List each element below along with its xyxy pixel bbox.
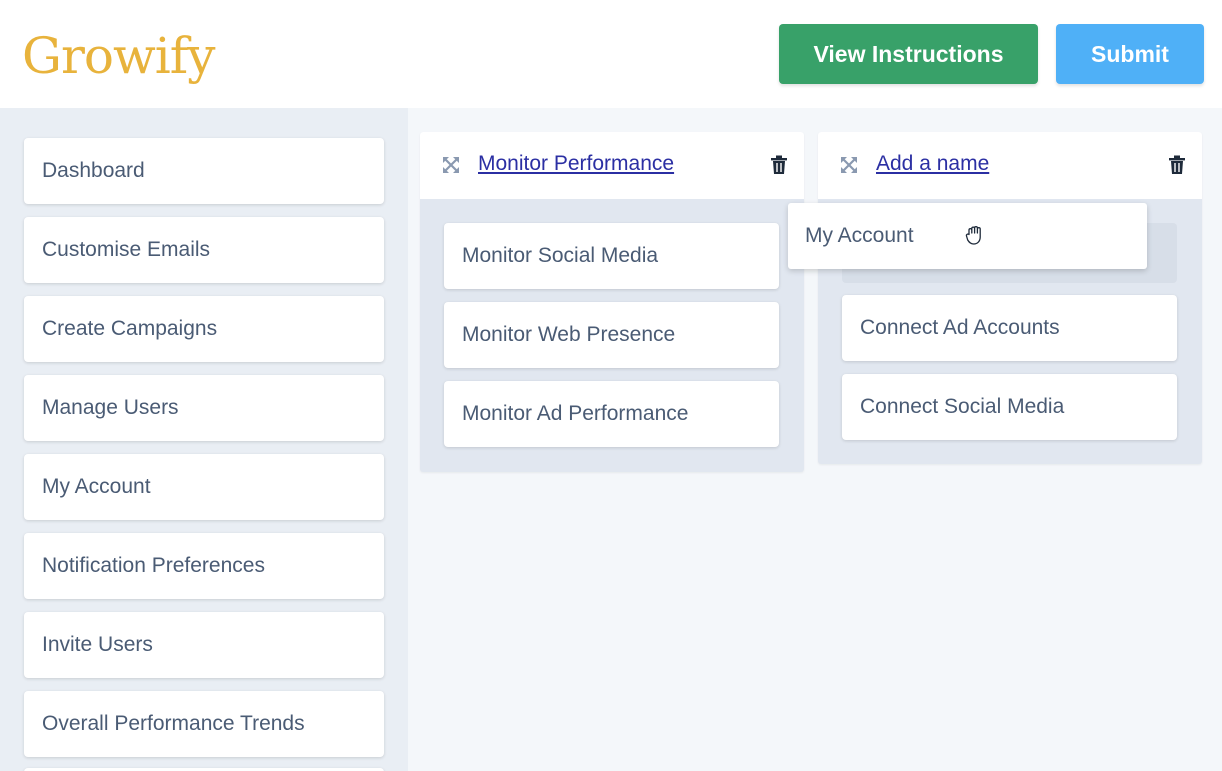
card-monitor-web-presence[interactable]: Monitor Web Presence — [444, 302, 779, 368]
group-add-a-name: Add a name Connect Ad Accounts Connect S… — [818, 132, 1202, 464]
group-monitor-performance: Monitor Performance Monitor Social Media… — [420, 132, 804, 472]
trash-icon[interactable] — [1168, 155, 1186, 175]
grab-hand-icon — [965, 226, 981, 245]
card-monitor-social-media[interactable]: Monitor Social Media — [444, 223, 779, 289]
card-connect-ad-accounts[interactable]: Connect Ad Accounts — [842, 295, 1177, 361]
card-connect-social-media[interactable]: Connect Social Media — [842, 374, 1177, 440]
sidebar-item-invite-users[interactable]: Invite Users — [24, 612, 384, 678]
group-title[interactable]: Monitor Performance — [478, 152, 674, 176]
trash-icon[interactable] — [770, 155, 788, 175]
sidebar-item-dashboard[interactable]: Dashboard — [24, 138, 384, 204]
sidebar-item-manage-users[interactable]: Manage Users — [24, 375, 384, 441]
logo: Growify — [22, 27, 215, 85]
sidebar-item-notification-preferences[interactable]: Notification Preferences — [24, 533, 384, 599]
group-header: Add a name — [818, 132, 1202, 199]
sidebar-item-overall-performance-trends[interactable]: Overall Performance Trends — [24, 691, 384, 757]
move-icon[interactable] — [442, 156, 460, 174]
sidebar-item-create-campaigns[interactable]: Create Campaigns — [24, 296, 384, 362]
dragging-card-label: My Account — [805, 224, 914, 247]
view-instructions-button[interactable]: View Instructions — [779, 24, 1038, 84]
sidebar-item-customise-emails[interactable]: Customise Emails — [24, 217, 384, 283]
card-monitor-ad-performance[interactable]: Monitor Ad Performance — [444, 381, 779, 447]
group-header: Monitor Performance — [420, 132, 804, 199]
sidebar-item-my-account[interactable]: My Account — [24, 454, 384, 520]
move-icon[interactable] — [840, 156, 858, 174]
sidebar: Dashboard Customise Emails Create Campai… — [0, 108, 408, 771]
dragging-card[interactable]: My Account — [788, 203, 1147, 269]
submit-button[interactable]: Submit — [1056, 24, 1204, 84]
group-title[interactable]: Add a name — [876, 152, 989, 176]
header: Growify View Instructions Submit — [0, 0, 1222, 108]
